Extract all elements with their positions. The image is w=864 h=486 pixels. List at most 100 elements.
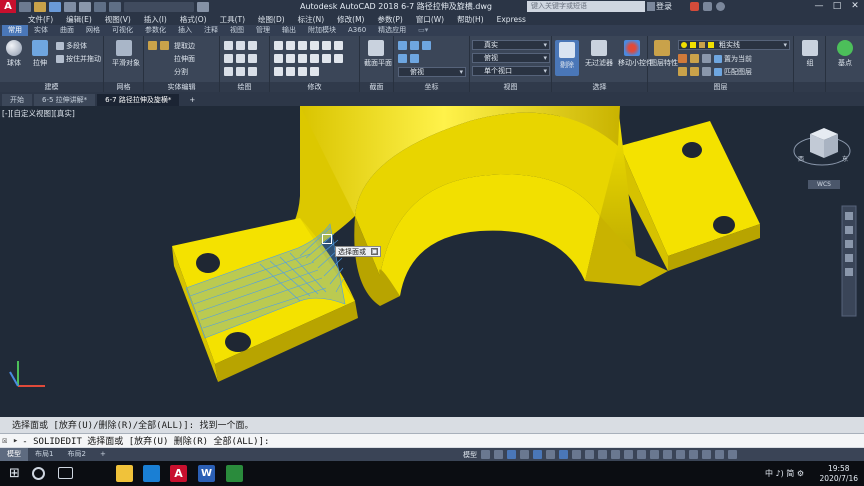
base-point-button[interactable]: 基点	[833, 40, 857, 68]
panel-title[interactable]	[794, 82, 825, 92]
trim-icon[interactable]	[298, 41, 307, 50]
snap-icon[interactable]	[494, 450, 503, 459]
undo-icon[interactable]	[94, 1, 106, 12]
group-button[interactable]: 组	[798, 40, 822, 68]
circle-icon[interactable]	[224, 54, 233, 63]
exchange-icon[interactable]	[690, 2, 699, 11]
ellipse-icon[interactable]	[224, 67, 233, 76]
layer-thaw-icon[interactable]	[690, 67, 699, 76]
file-tab-6-5[interactable]: 6-5 拉伸讲解*	[34, 94, 96, 106]
redo-icon[interactable]	[109, 1, 121, 12]
model-space-button[interactable]: 模型	[463, 450, 477, 460]
layer-freeze-icon[interactable]	[702, 54, 711, 63]
ucs-world-icon[interactable]	[410, 41, 419, 50]
print-icon[interactable]	[79, 1, 91, 12]
menu-express[interactable]: Express	[497, 15, 526, 24]
transparency-icon[interactable]	[585, 450, 594, 459]
offset-icon[interactable]	[310, 54, 319, 63]
file-explorer-icon[interactable]	[116, 465, 133, 482]
pan-icon[interactable]	[845, 226, 853, 234]
orbit-icon[interactable]	[845, 254, 853, 262]
store-icon[interactable]	[143, 465, 160, 482]
menu-format[interactable]: 格式(O)	[180, 14, 207, 25]
file-tab-6-7[interactable]: 6-7 路径拉伸及旋横*	[97, 94, 180, 106]
explode-icon[interactable]	[322, 54, 331, 63]
drawing-viewport[interactable]: 西 东 [-][自定义视图][真实] WCS 选择面或 □	[0, 106, 864, 417]
right-flange[interactable]	[615, 121, 760, 271]
help-icon[interactable]	[716, 2, 725, 11]
ucs-x-icon[interactable]	[422, 41, 431, 50]
sphere-button[interactable]: 球体	[2, 40, 26, 68]
app-taskbar-icon[interactable]	[226, 465, 243, 482]
extrude-faces-button[interactable]: 拉伸面	[174, 53, 195, 64]
panel-title[interactable]: 截面	[360, 82, 393, 92]
autocad-taskbar-icon[interactable]: A	[170, 465, 187, 482]
menu-dimension[interactable]: 标注(N)	[298, 14, 324, 25]
menu-window[interactable]: 窗口(W)	[416, 14, 444, 25]
search-input[interactable]: 键入关键字或短语	[527, 1, 645, 12]
system-tray[interactable]: 中 ♪) 简 ⚙	[765, 461, 804, 486]
presspull-button[interactable]: 按住并拖动	[56, 53, 101, 64]
section-plane-button[interactable]: 截面平面	[364, 40, 392, 68]
osnap-icon[interactable]	[559, 450, 568, 459]
dynamic-ucs-icon[interactable]	[624, 450, 633, 459]
tooltip-options-icon[interactable]: □	[371, 248, 378, 255]
minimize-button[interactable]: —	[810, 0, 828, 13]
task-view-icon[interactable]	[58, 467, 73, 479]
new-tab-button[interactable]: +	[181, 94, 203, 106]
join-icon[interactable]	[286, 67, 295, 76]
command-line[interactable]: ☒ ▸ - SOLIDEDIT 选择面或 [放弃(U) 删除(R) 全部(ALL…	[0, 433, 864, 447]
layer-isolate-icon[interactable]	[690, 54, 699, 63]
close-button[interactable]: ✕	[846, 0, 864, 13]
tab-home[interactable]: 常用	[2, 25, 28, 36]
menu-draw[interactable]: 绘图(D)	[258, 14, 285, 25]
3d-osnap-icon[interactable]	[611, 450, 620, 459]
panel-title[interactable]: 视图	[470, 82, 551, 92]
ribbon-toggle-icon[interactable]: ▭▾	[412, 25, 434, 36]
rectangle-icon[interactable]	[236, 54, 245, 63]
share-icon[interactable]	[197, 1, 209, 12]
culling-button[interactable]: 剔除	[555, 40, 579, 76]
scale-icon[interactable]	[286, 54, 295, 63]
view-dropdown[interactable]: 俯视	[472, 53, 550, 63]
layout-tab-2[interactable]: 布局2	[60, 448, 92, 461]
hardware-acceleration-icon[interactable]	[702, 450, 711, 459]
panel-title[interactable]: 网格	[104, 82, 143, 92]
align-icon[interactable]	[274, 67, 283, 76]
line-icon[interactable]	[224, 41, 233, 50]
no-filter-button[interactable]: 无过滤器	[584, 40, 614, 68]
panel-title[interactable]: 图层	[648, 82, 793, 92]
menu-parametric[interactable]: 参数(P)	[377, 14, 402, 25]
union-icon[interactable]	[148, 41, 157, 50]
spline-icon[interactable]	[236, 67, 245, 76]
break-icon[interactable]	[310, 67, 319, 76]
tab-solid[interactable]: 实体	[28, 25, 54, 36]
panel-title[interactable]: 绘图	[220, 82, 269, 92]
panel-title[interactable]	[826, 82, 864, 92]
annotation-scale-icon[interactable]	[637, 450, 646, 459]
array-icon[interactable]	[322, 41, 331, 50]
polysolid-button[interactable]: 多段体	[56, 40, 87, 51]
save-icon[interactable]	[49, 1, 61, 12]
viewport-controls[interactable]: [-][自定义视图][真实]	[2, 108, 75, 119]
set-current-button[interactable]: 置为当前	[714, 53, 752, 64]
add-layout-button[interactable]: +	[93, 448, 113, 461]
panel-title[interactable]: 修改	[270, 82, 359, 92]
panel-title[interactable]: 实体编辑	[144, 82, 219, 92]
saveas-icon[interactable]	[64, 1, 76, 12]
lineweight-icon[interactable]	[572, 450, 581, 459]
new-icon[interactable]	[19, 1, 31, 12]
viewcube-wcs-label[interactable]: WCS	[810, 181, 838, 188]
ucs-icon[interactable]	[398, 41, 407, 50]
autocad-logo-button[interactable]: A	[0, 0, 16, 13]
open-icon[interactable]	[34, 1, 46, 12]
osnap-tracking-icon[interactable]	[546, 450, 555, 459]
grid-icon[interactable]	[481, 450, 490, 459]
menu-file[interactable]: 文件(F)	[28, 14, 53, 25]
layer-unisolate-icon[interactable]	[678, 67, 687, 76]
mirror-icon[interactable]	[334, 41, 343, 50]
selection-cycling-icon[interactable]	[598, 450, 607, 459]
tab-insert[interactable]: 插入	[172, 25, 198, 36]
rotate-icon[interactable]	[286, 41, 295, 50]
customize-icon[interactable]	[728, 450, 737, 459]
